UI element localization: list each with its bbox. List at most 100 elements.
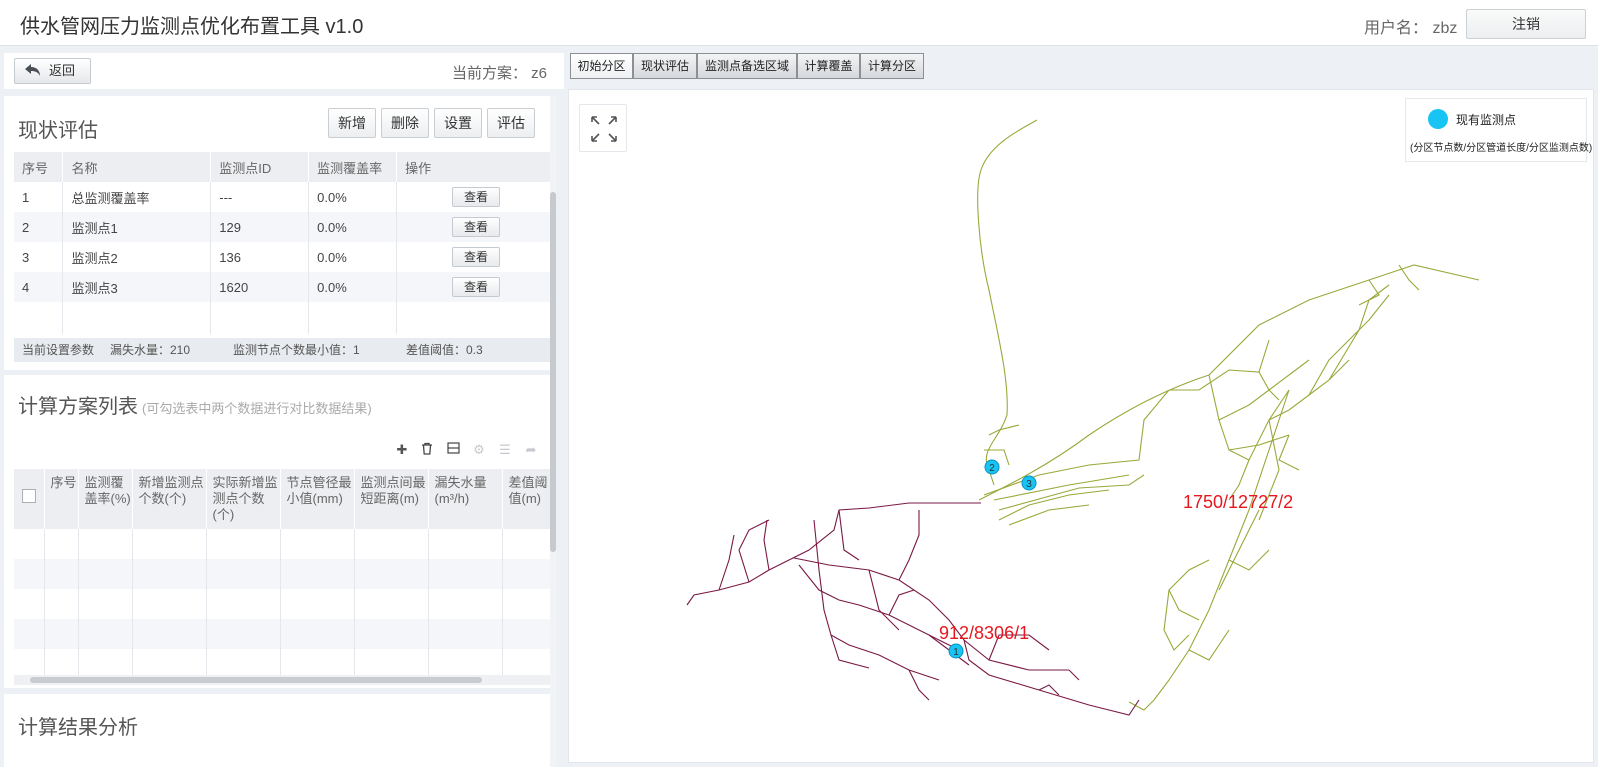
legend-title: 现有监测点 <box>1456 113 1517 127</box>
table-row-empty <box>14 619 555 649</box>
table-row: 1 总监测覆盖率 --- 0.0% 查看 <box>14 182 554 212</box>
cell <box>78 619 133 649</box>
tab-bar: 初始分区 现状评估 监测点备选区域 计算覆盖 计算分区 <box>568 53 1598 79</box>
zone-olive-pipes <box>977 119 1480 711</box>
table-row: 4 监测点3 1620 0.0% 查看 <box>14 272 554 302</box>
logout-button[interactable]: 注销 <box>1466 9 1586 39</box>
cell: 查看 <box>396 272 554 302</box>
view-button[interactable]: 查看 <box>452 277 501 297</box>
view-button[interactable]: 查看 <box>452 247 501 267</box>
cell <box>14 302 64 334</box>
cell: 0.0% <box>308 182 398 212</box>
cell: 监测点2 <box>62 242 212 272</box>
cell: --- <box>210 182 310 212</box>
app-header: 供水管网压力监测点优化布置工具 v1.0 用户名： zbz 注销 <box>0 0 1598 46</box>
delete-button[interactable]: 删除 <box>381 108 429 138</box>
monitoring-point-1[interactable]: 1 <box>948 643 964 659</box>
col-header: 名称 <box>62 152 212 182</box>
threshold-param: 差值阈值：0.3 <box>406 343 483 357</box>
map-legend: 现有监测点 (分区节点数/分区管道长度/分区监测点数) <box>1405 98 1592 162</box>
pipe-network-map[interactable]: 1 2 3 <box>569 90 1593 762</box>
col-header: 监测点ID <box>210 152 310 182</box>
share-icon[interactable]: ➦ <box>523 442 539 458</box>
table-row-empty <box>14 589 555 619</box>
cell <box>78 559 133 589</box>
col-header: 序号 <box>44 469 79 529</box>
cell <box>44 559 79 589</box>
back-button[interactable]: 返回 <box>14 58 91 84</box>
vertical-scrollbar[interactable] <box>550 96 556 767</box>
col-header: 序号 <box>14 152 64 182</box>
add-button[interactable]: 新增 <box>328 108 376 138</box>
params-label: 当前设置参数 <box>22 343 95 357</box>
col-header: 监测点间最短距离(m) <box>354 469 429 529</box>
cell <box>44 589 79 619</box>
monitoring-point-label: 3 <box>1026 479 1032 490</box>
view-button[interactable]: 查看 <box>452 217 501 237</box>
cell <box>14 589 45 619</box>
trash-icon[interactable] <box>419 442 435 458</box>
cell <box>132 529 207 559</box>
col-header: 节点管径最小值(mm) <box>280 469 355 529</box>
tab-candidate-area[interactable]: 监测点备选区域 <box>697 53 797 79</box>
cell <box>78 529 133 559</box>
cell <box>502 559 555 589</box>
view-button[interactable]: 查看 <box>452 187 501 207</box>
scheme-title-row: 计算方案列表 (可勾选表中两个数据进行对比数据结果) <box>18 390 372 419</box>
select-all-checkbox[interactable] <box>21 489 36 503</box>
cell <box>502 589 555 619</box>
cell <box>280 589 355 619</box>
fullscreen-button[interactable] <box>579 104 627 152</box>
vertical-scrollbar-thumb[interactable] <box>550 192 556 552</box>
tab-compute-coverage[interactable]: 计算覆盖 <box>797 53 860 79</box>
tab-compute-partition[interactable]: 计算分区 <box>860 53 924 79</box>
monitoring-point-label: 1 <box>953 647 959 658</box>
cell <box>354 619 429 649</box>
list-icon[interactable]: ☰ <box>497 442 513 458</box>
tab-status-evaluation[interactable]: 现状评估 <box>633 53 697 79</box>
cell <box>396 302 554 334</box>
cell <box>428 619 503 649</box>
col-header: 新增监测点个数(个) <box>132 469 207 529</box>
cell: 0.0% <box>308 242 398 272</box>
cell: 查看 <box>396 242 554 272</box>
cell <box>132 589 207 619</box>
gear-icon[interactable]: ⚙ <box>471 442 487 458</box>
settings-button[interactable]: 设置 <box>434 108 482 138</box>
cell <box>428 529 503 559</box>
result-panel: 计算结果分析 <box>4 694 550 767</box>
add-icon[interactable]: ✚ <box>394 442 410 458</box>
cell <box>44 529 79 559</box>
cell: 129 <box>210 212 310 242</box>
cell: 监测点1 <box>62 212 212 242</box>
zone-label-maroon: 912/8306/1 <box>939 623 1030 643</box>
horizontal-scrollbar[interactable] <box>14 675 554 685</box>
left-toolbar: 返回 当前方案： z6 <box>4 53 564 89</box>
cell: 3 <box>14 242 64 272</box>
zone-maroon-pipes <box>686 502 1140 716</box>
columns-icon[interactable] <box>445 442 461 458</box>
tab-initial-partition[interactable]: 初始分区 <box>570 53 633 79</box>
cell <box>14 559 45 589</box>
monitoring-point-2[interactable]: 2 <box>984 459 1000 475</box>
cell <box>206 529 281 559</box>
cell <box>210 302 310 334</box>
table-row-empty <box>14 559 555 589</box>
cell <box>44 619 79 649</box>
cell <box>132 559 207 589</box>
table-row-empty <box>14 529 555 559</box>
status-title: 现状评估 <box>18 120 98 142</box>
cell <box>206 619 281 649</box>
cell: 总监测覆盖率 <box>62 182 212 212</box>
cell <box>354 559 429 589</box>
col-header: 差值阈值(m) <box>502 469 555 529</box>
result-title: 计算结果分析 <box>18 717 138 739</box>
cell: 查看 <box>396 212 554 242</box>
horizontal-scrollbar-thumb[interactable] <box>30 677 482 683</box>
cell: 0.0% <box>308 212 398 242</box>
map-panel[interactable]: 1 2 3 1750/12727/2 912/8306/1 现有监测点 (分区节… <box>568 89 1594 763</box>
monitoring-point-3[interactable]: 3 <box>1021 475 1037 491</box>
cell: 监测点3 <box>62 272 212 302</box>
evaluate-button[interactable]: 评估 <box>487 108 535 138</box>
col-header: 漏失水量(m³/h) <box>428 469 503 529</box>
